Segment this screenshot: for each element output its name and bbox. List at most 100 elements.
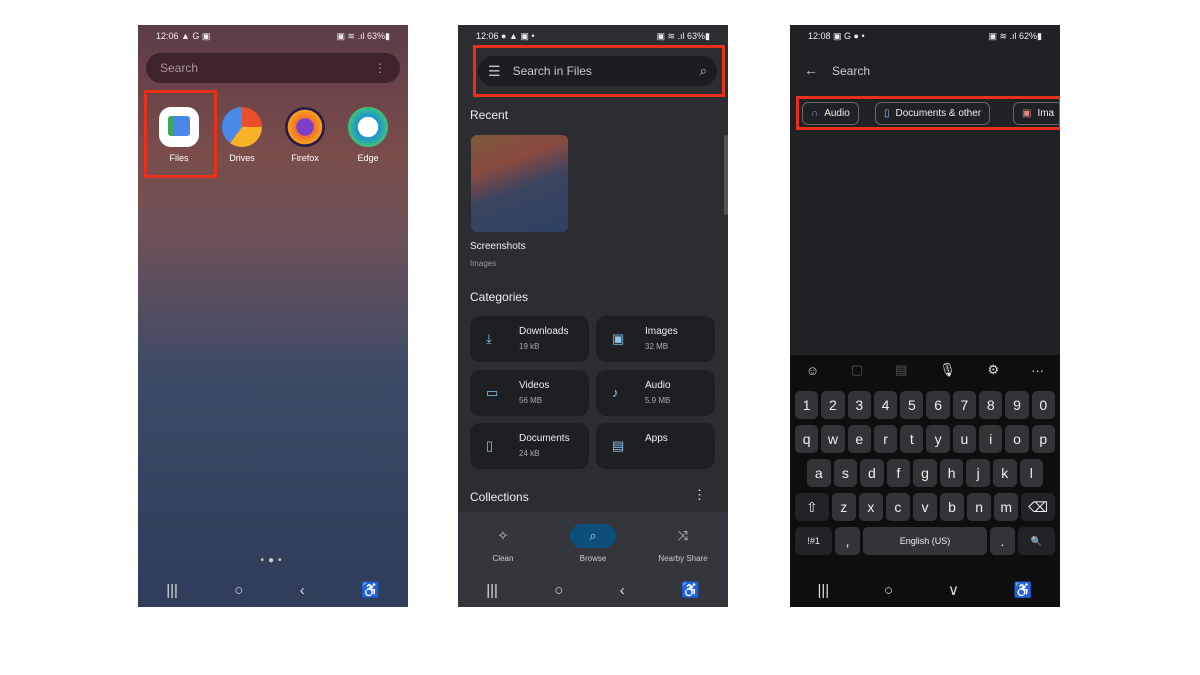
status-time: 12:06 ● ▲ ▣ • <box>476 31 535 41</box>
key-4[interactable]: 4 <box>873 391 898 419</box>
category-videos[interactable]: ▭ Videos 56 MB <box>470 369 589 416</box>
key-n[interactable]: n <box>967 493 992 521</box>
recent-item-type: Images <box>470 259 497 268</box>
key-x[interactable]: x <box>858 493 883 521</box>
more-icon[interactable]: ··· <box>1031 363 1044 378</box>
category-label: Images <box>645 326 678 337</box>
key-9[interactable]: 9 <box>1005 391 1029 419</box>
category-size: 5.9 MB <box>645 395 671 405</box>
home-search-bar[interactable]: Search ⋮ <box>146 53 400 83</box>
nav-label: Clean <box>492 554 514 563</box>
app-label: Edge <box>357 153 379 163</box>
key-r[interactable]: r <box>873 425 898 453</box>
mic-icon[interactable]: 🎙 <box>939 362 956 378</box>
key-,[interactable]: , <box>835 527 860 555</box>
category-downloads[interactable]: ⤓ Downloads 19 kB <box>470 316 589 362</box>
browse-icon: ⌕ <box>570 524 616 548</box>
key-c[interactable]: c <box>885 493 910 521</box>
key-i[interactable]: i <box>979 425 1003 453</box>
back-arrow-icon[interactable]: ← <box>804 62 818 78</box>
key-6[interactable]: 6 <box>926 391 950 419</box>
category-documents[interactable]: ▯ Documents 24 kB <box>470 423 589 469</box>
key-5[interactable]: 5 <box>900 391 924 419</box>
key-y[interactable]: y <box>926 425 950 453</box>
documents-icon: ▯ <box>486 438 494 453</box>
recent-thumbnail[interactable] <box>471 135 568 232</box>
settings-icon[interactable]: ⚙ <box>988 362 1000 378</box>
app-firefox[interactable]: Firefox <box>280 107 330 163</box>
app-drives[interactable]: Drives <box>217 107 267 163</box>
nav-browse[interactable]: ⌕ Browse <box>548 524 638 563</box>
system-nav: ||| ○ ∨ ♿ <box>790 573 1060 607</box>
key-e[interactable]: e <box>847 425 871 453</box>
key-⇧[interactable]: ⇧ <box>795 493 829 521</box>
recents-button[interactable]: ||| <box>817 582 829 599</box>
key-j[interactable]: j <box>966 459 990 487</box>
key-k[interactable]: k <box>992 459 1017 487</box>
home-screen: 12:06 ▲ G ▣ ▣ ≋ .ıl 63%▮ Search ⋮ Files Dr… <box>138 25 408 607</box>
key-z[interactable]: z <box>831 493 856 521</box>
hide-keyboard-button[interactable]: ∨ <box>948 581 959 599</box>
gif-icon[interactable]: ▤ <box>895 362 907 378</box>
key-.[interactable]: . <box>990 527 1015 555</box>
nav-label: Browse <box>579 554 607 563</box>
key-l[interactable]: l <box>1019 459 1044 487</box>
nav-nearby-share[interactable]: ⤨ Nearby Share <box>638 524 728 563</box>
home-button[interactable]: ○ <box>234 582 243 599</box>
category-audio[interactable]: ♪ Audio 5.9 MB <box>596 369 715 416</box>
more-icon[interactable]: ⋮ <box>374 61 386 75</box>
key-🔍[interactable]: 🔍 <box>1017 527 1055 555</box>
category-apps[interactable]: ▤ Apps <box>596 423 715 469</box>
app-edge[interactable]: Edge <box>343 107 393 163</box>
key-7[interactable]: 7 <box>952 391 977 419</box>
page-indicator: •●• <box>260 555 286 566</box>
scrollbar[interactable] <box>724 135 728 215</box>
key-0[interactable]: 0 <box>1031 391 1055 419</box>
back-button[interactable]: ‹ <box>620 582 625 599</box>
emoji-icon[interactable]: ☺ <box>806 363 819 378</box>
home-button[interactable]: ○ <box>554 582 563 599</box>
key-2[interactable]: 2 <box>821 391 845 419</box>
key-b[interactable]: b <box>940 493 965 521</box>
key-s[interactable]: s <box>833 459 858 487</box>
accessibility-button[interactable]: ♿ <box>1014 581 1033 599</box>
key-!#1[interactable]: !#1 <box>795 527 833 555</box>
category-size: 24 kB <box>519 449 540 458</box>
sticker-icon[interactable]: ▢ <box>851 362 863 378</box>
keyboard-row: ⇧ z x c v b n m ⌫ <box>790 493 1060 521</box>
clean-icon: ✧ <box>497 528 509 543</box>
key-f[interactable]: f <box>886 459 911 487</box>
recents-button[interactable]: ||| <box>166 582 178 599</box>
key-⌫[interactable]: ⌫ <box>1021 493 1055 521</box>
back-button[interactable]: ‹ <box>300 582 305 599</box>
accessibility-button[interactable]: ♿ <box>681 581 700 599</box>
key-p[interactable]: p <box>1031 425 1055 453</box>
search-placeholder: Search <box>160 61 199 75</box>
nav-clean[interactable]: ✧ Clean <box>458 524 548 563</box>
key-o[interactable]: o <box>1005 425 1029 453</box>
key-v[interactable]: v <box>912 493 938 521</box>
accessibility-button[interactable]: ♿ <box>361 581 380 599</box>
key-d[interactable]: d <box>860 459 884 487</box>
search-input[interactable]: Search <box>832 64 870 78</box>
key-m[interactable]: m <box>994 493 1019 521</box>
categories-heading: Categories <box>470 290 529 304</box>
category-size: 32 MB <box>645 342 669 351</box>
key-g[interactable]: g <box>913 459 937 487</box>
key-1[interactable]: 1 <box>795 391 819 419</box>
system-nav: ||| ○ ‹ ♿ <box>138 573 408 607</box>
app-label: Firefox <box>291 153 319 163</box>
recents-button[interactable]: ||| <box>486 582 498 599</box>
more-icon[interactable]: ⋮ <box>693 487 706 503</box>
key-u[interactable]: u <box>952 425 977 453</box>
home-button[interactable]: ○ <box>884 582 893 599</box>
key-3[interactable]: 3 <box>847 391 871 419</box>
key-t[interactable]: t <box>900 425 924 453</box>
key-q[interactable]: q <box>795 425 819 453</box>
category-images[interactable]: ▣ Images 32 MB <box>596 316 715 362</box>
key-English (US)[interactable]: English (US) <box>863 527 987 555</box>
key-h[interactable]: h <box>939 459 964 487</box>
key-a[interactable]: a <box>807 459 831 487</box>
key-w[interactable]: w <box>821 425 845 453</box>
key-8[interactable]: 8 <box>979 391 1003 419</box>
